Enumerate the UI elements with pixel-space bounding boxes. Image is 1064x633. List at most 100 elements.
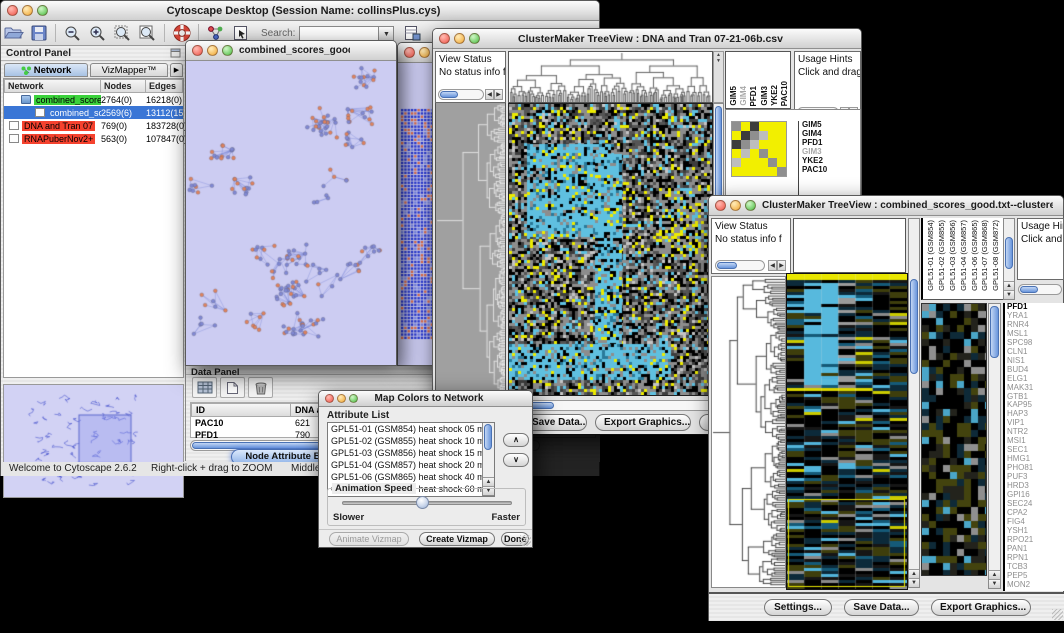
array-label[interactable]: YKE2 — [770, 85, 779, 106]
zoom-heatmap-cell[interactable] — [750, 131, 759, 140]
array-label[interactable]: GPL51-06 (GSM865) — [970, 220, 981, 291]
new-attribute-button[interactable] — [220, 377, 245, 398]
zoom-heatmap-cell[interactable] — [750, 122, 759, 131]
tab-network[interactable]: Network — [4, 63, 88, 77]
table-mode-button[interactable] — [192, 377, 217, 398]
network-row[interactable]: combined_scores 2764(0) 16218(0) — [4, 93, 183, 106]
zoom-heatmap-cell[interactable] — [741, 131, 750, 140]
zoom-heatmap-cell[interactable] — [750, 140, 759, 149]
zoom-heatmap-cell[interactable] — [759, 158, 768, 167]
attribute-item[interactable]: GPL51-01 (GSM854) heat shock 05 min — [328, 423, 494, 435]
resize-grip[interactable] — [1052, 609, 1063, 620]
array-label[interactable]: PFD1 — [749, 86, 758, 106]
zoom-heatmap-cell[interactable] — [759, 149, 768, 158]
array-label[interactable]: GPL51-03 (GSM856) — [948, 220, 959, 291]
network-row[interactable]: combined_sco 2569(6) 13112(15) — [4, 106, 183, 119]
column-tree-spinner[interactable]: ▲▼ — [713, 51, 724, 103]
settings-button[interactable]: Settings... — [764, 599, 832, 616]
scrollbar-thumb[interactable] — [1005, 237, 1013, 269]
network-title-bar[interactable]: combined_scores_good.txt--cluste... — [186, 41, 396, 61]
row-dendrogram-canvas[interactable] — [436, 103, 505, 394]
close-button[interactable] — [325, 394, 334, 403]
zoom-heatmap-cell[interactable] — [732, 158, 741, 167]
scroll-down-icon[interactable]: ▼ — [989, 579, 1000, 588]
zoom-heatmap-cell[interactable] — [768, 149, 777, 158]
column-header-nodes[interactable]: Nodes — [101, 79, 146, 93]
close-button[interactable] — [715, 200, 726, 211]
usage-hints-hscrollbar[interactable] — [1018, 284, 1062, 295]
attribute-item[interactable]: GPL51-02 (GSM855) heat shock 10 min — [328, 435, 494, 447]
column-dendrogram-canvas[interactable] — [509, 52, 712, 102]
scrollbar-thumb[interactable] — [717, 262, 737, 269]
array-label[interactable]: PAC10 — [780, 81, 789, 106]
zoom-heatmap-cell[interactable] — [768, 140, 777, 149]
zoom-heatmap-cell[interactable] — [732, 140, 741, 149]
zoom-heatmap-cell[interactable] — [759, 167, 768, 176]
search-input[interactable] — [299, 26, 379, 41]
scroll-up-icon[interactable]: ▲ — [1004, 281, 1014, 290]
zoom-heatmap-cell[interactable] — [777, 131, 786, 140]
zoom-heatmap-cell[interactable] — [759, 122, 768, 131]
tab-overflow-button[interactable]: ▶ — [170, 63, 183, 77]
heatmap-canvas[interactable] — [787, 274, 907, 589]
row-dendrogram-canvas[interactable] — [712, 277, 785, 587]
zoom-heatmap-cell[interactable] — [732, 149, 741, 158]
save-data-button[interactable]: Save Data... — [844, 599, 919, 616]
attribute-item[interactable]: GPL51-06 (GSM865) heat shock 40 min — [328, 471, 494, 483]
zoom-heatmap-canvas[interactable] — [922, 304, 986, 575]
main-title-bar[interactable]: Cytoscape Desktop (Session Name: collins… — [1, 1, 599, 21]
minimize-button[interactable] — [207, 45, 218, 56]
scroll-left-icon[interactable]: ◀ — [485, 89, 494, 100]
view-status-hscrollbar[interactable] — [438, 89, 484, 100]
zoom-heatmap-cell[interactable] — [777, 158, 786, 167]
move-up-button[interactable]: ∧ — [503, 433, 529, 447]
column-header-network[interactable]: Network — [4, 79, 101, 93]
close-button[interactable] — [7, 5, 18, 16]
array-label[interactable]: GPL51-04 (GSM857) — [959, 220, 970, 291]
minimize-button[interactable] — [454, 33, 465, 44]
close-button[interactable] — [192, 45, 203, 56]
close-button[interactable] — [404, 47, 415, 58]
delete-attribute-button[interactable] — [248, 377, 273, 398]
resize-grip[interactable] — [520, 535, 531, 546]
minimize-button[interactable] — [22, 5, 33, 16]
zoom-heatmap-cell[interactable] — [741, 122, 750, 131]
scroll-down-icon[interactable]: ▼ — [1004, 290, 1014, 299]
scroll-right-icon[interactable]: ▶ — [494, 89, 503, 100]
array-label[interactable]: GPL51-01 (GSM854) — [926, 220, 937, 291]
zoom-heatmap-cell[interactable] — [750, 149, 759, 158]
list-vscrollbar[interactable]: ▲ ▼ — [482, 423, 494, 496]
zoom-heatmap-cell[interactable] — [750, 158, 759, 167]
zoom-heatmap-cell[interactable] — [777, 140, 786, 149]
scrollbar-thumb[interactable] — [484, 424, 492, 450]
zoom-heatmap-cell[interactable] — [732, 131, 741, 140]
export-graphics-button[interactable]: Export Graphics... — [931, 599, 1031, 616]
zoom-button[interactable] — [349, 394, 358, 403]
attribute-item[interactable]: GPL51-03 (GSM856) heat shock 15 min — [328, 447, 494, 459]
zoom-heatmap-cell[interactable] — [777, 122, 786, 131]
zoom-out-button[interactable] — [60, 23, 85, 44]
scroll-left-icon[interactable]: ◀ — [768, 260, 777, 271]
tab-vizmapper[interactable]: VizMapper™ — [90, 63, 168, 77]
minimize-button[interactable] — [337, 394, 346, 403]
view-status-hscrollbar[interactable] — [715, 260, 765, 271]
scroll-down-icon[interactable]: ▼ — [909, 578, 919, 587]
zoom-vscrollbar[interactable]: ▲ ▼ — [988, 303, 1001, 589]
zoom-heatmap-cell[interactable] — [768, 167, 777, 176]
minimize-button[interactable] — [730, 200, 741, 211]
zoom-heatmap-cell[interactable] — [741, 167, 750, 176]
zoom-heatmap-cell[interactable] — [768, 131, 777, 140]
zoom-button[interactable] — [222, 45, 233, 56]
scroll-up-icon[interactable]: ▲ — [989, 570, 1000, 579]
zoom-button[interactable] — [37, 5, 48, 16]
zoom-heatmap-cell[interactable] — [732, 122, 741, 131]
treeview2-title-bar[interactable]: ClusterMaker TreeView : combined_scores_… — [709, 196, 1063, 216]
array-label[interactable]: GPL51-07 (GSM868) — [980, 220, 991, 291]
array-label[interactable]: GIM5 — [729, 86, 738, 106]
heatmap-canvas[interactable] — [509, 104, 712, 395]
scroll-right-icon[interactable]: ▶ — [777, 260, 786, 271]
zoom-heatmap-cell[interactable] — [732, 167, 741, 176]
scrollbar-thumb[interactable] — [1020, 286, 1038, 293]
network-overview-canvas[interactable] — [4, 385, 183, 497]
save-session-button[interactable] — [26, 23, 51, 44]
